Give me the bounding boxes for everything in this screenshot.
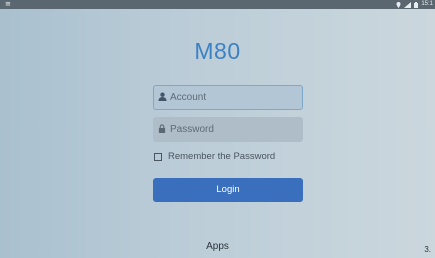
password-field[interactable] — [153, 117, 303, 142]
remember-password-option[interactable]: Remember the Password — [154, 151, 275, 162]
notification-icon: ≅ — [5, 1, 11, 8]
account-field[interactable] — [153, 85, 303, 110]
login-button[interactable]: Login — [153, 178, 303, 202]
remember-password-checkbox[interactable] — [154, 152, 162, 161]
app-title: M80 — [194, 38, 241, 64]
person-icon — [154, 92, 170, 103]
corner-text: 3. — [424, 245, 431, 254]
status-icons: 15:1 — [396, 0, 433, 9]
battery-icon — [414, 1, 419, 8]
status-time: 15:1 — [421, 1, 433, 7]
lock-icon — [154, 124, 170, 135]
status-bar: ≅ 15:1 — [0, 0, 435, 9]
location-icon — [396, 1, 401, 8]
apps-link[interactable]: Apps — [0, 241, 435, 252]
remember-password-label: Remember the Password — [168, 151, 276, 162]
password-input[interactable] — [170, 124, 302, 135]
account-input[interactable] — [170, 92, 302, 103]
signal-icon — [404, 1, 412, 8]
